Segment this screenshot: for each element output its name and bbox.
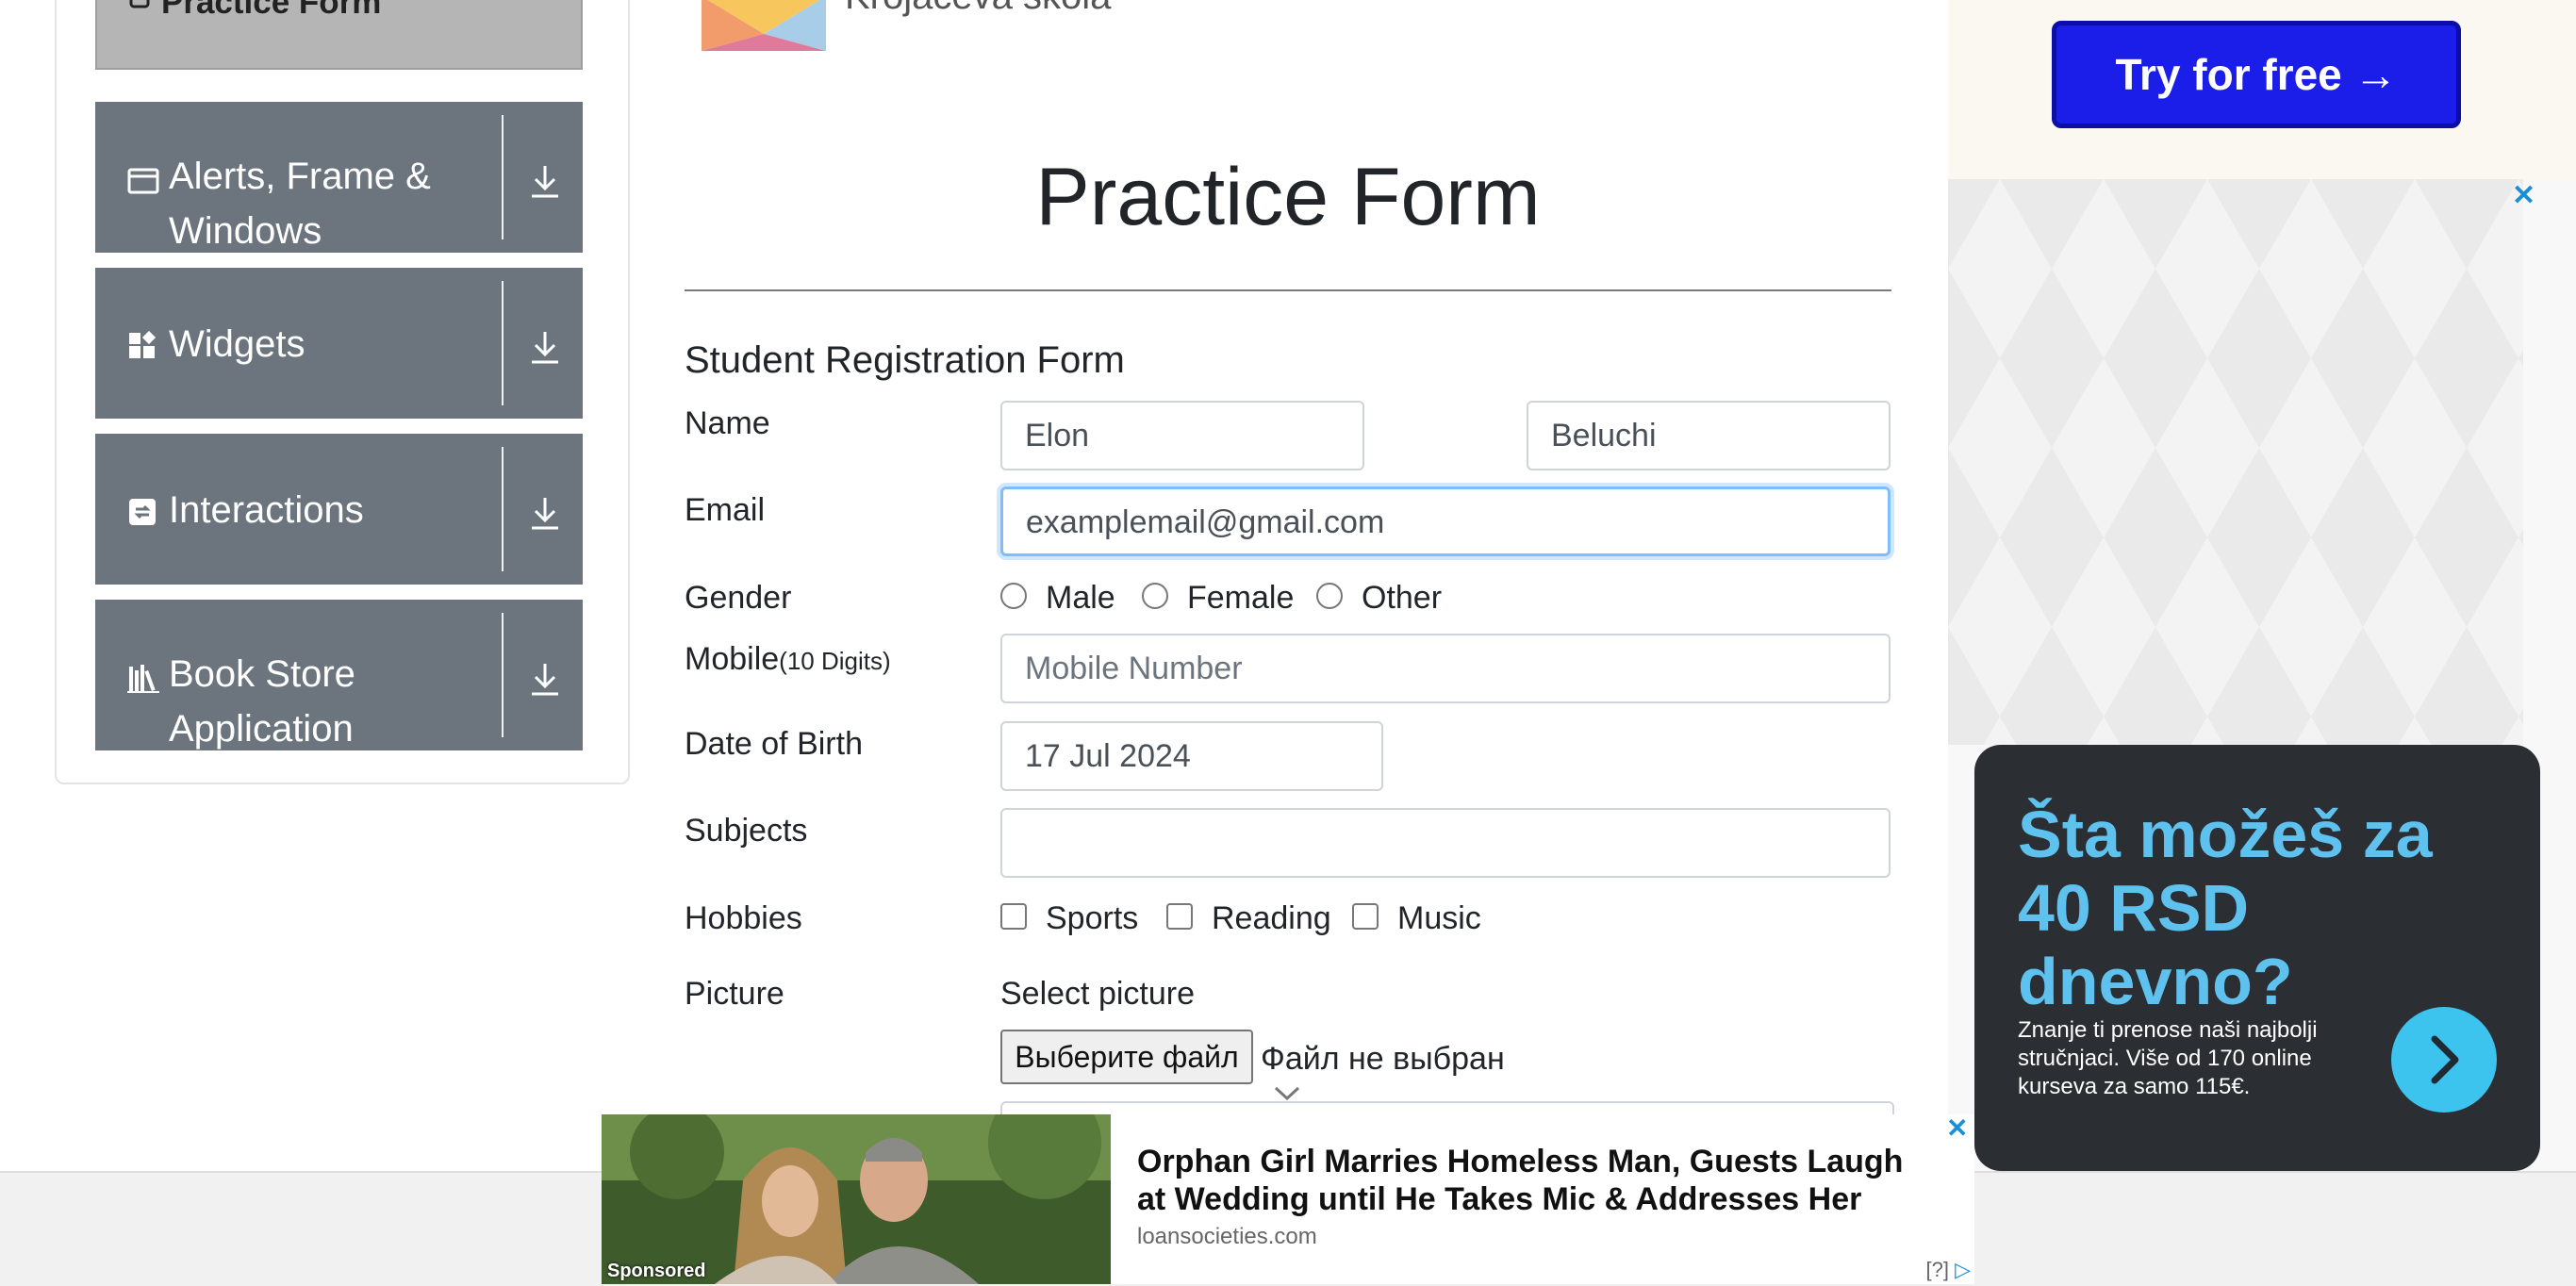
hobby-sports-label[interactable]: Sports xyxy=(1046,900,1138,937)
sidebar-item-label: Practice Form xyxy=(161,0,382,21)
site-logo[interactable] xyxy=(702,0,826,51)
course-ad[interactable]: Šta možeš za 40 RSD dnevno? Znanje ti pr… xyxy=(1974,745,2540,1171)
close-icon[interactable]: ✕ xyxy=(2512,179,2535,212)
try-for-free-button[interactable]: Try for free → xyxy=(2052,21,2461,128)
window-icon xyxy=(127,162,159,194)
item-divider xyxy=(502,613,504,737)
course-ad-headline: Šta možeš za 40 RSD dnevno? xyxy=(2018,798,2433,1018)
hobby-music-label[interactable]: Music xyxy=(1397,900,1481,937)
gender-label: Gender xyxy=(685,580,792,616)
sidebar-item-label-line2: Application xyxy=(169,708,354,750)
last-name-input[interactable]: Beluchi xyxy=(1527,401,1891,470)
hobby-reading-checkbox[interactable] xyxy=(1166,903,1193,930)
logo-text: Krojačeva škola xyxy=(845,0,1111,18)
bottom-ad-close-icon[interactable]: ✕ xyxy=(1946,1113,1968,1144)
email-label: Email xyxy=(685,492,766,528)
books-icon xyxy=(127,660,159,693)
gender-other-radio[interactable] xyxy=(1316,583,1343,609)
interactions-icon xyxy=(127,494,159,526)
item-divider xyxy=(502,281,504,405)
pattern-ad xyxy=(1948,179,2523,745)
hobby-reading-label[interactable]: Reading xyxy=(1212,900,1331,937)
bottom-ad-source: loansocieties.com xyxy=(1137,1224,1317,1249)
sidebar-item-practice-form[interactable]: Practice Form xyxy=(95,0,583,70)
download-icon[interactable] xyxy=(524,658,566,700)
sidebar-item-label: Interactions xyxy=(169,489,364,531)
sidebar-item-book-store[interactable]: Book Store Application xyxy=(95,600,583,750)
download-icon[interactable] xyxy=(524,326,566,368)
sidebar-item-interactions[interactable]: Interactions xyxy=(95,434,583,585)
title-divider xyxy=(685,289,1891,291)
select-picture-label: Select picture xyxy=(1000,976,1195,1012)
sidebar-item-label: Widgets xyxy=(169,323,305,365)
course-ad-body: Znanje ti prenose naši najbolji stručnja… xyxy=(2018,1017,2318,1099)
hobby-music-checkbox[interactable] xyxy=(1352,903,1379,930)
sidebar-item-label: Book Store xyxy=(169,653,355,695)
choose-file-button[interactable]: Выберите файл xyxy=(1000,1030,1253,1084)
form-icon xyxy=(125,0,157,13)
email-input[interactable]: examplemail@gmail.com xyxy=(1000,486,1891,556)
ad-info[interactable]: [?] ▷ xyxy=(1925,1258,1971,1282)
sidebar-item-widgets[interactable]: Widgets xyxy=(95,268,583,419)
gender-female-radio[interactable] xyxy=(1142,583,1168,609)
download-icon[interactable] xyxy=(524,492,566,534)
hobbies-label: Hobbies xyxy=(685,900,802,936)
sidebar-item-label: Alerts, Frame & xyxy=(169,156,431,197)
ad-photo[interactable]: Sponsored xyxy=(602,1114,1111,1284)
widgets-icon xyxy=(127,328,159,360)
first-name-input[interactable]: Elon xyxy=(1000,401,1364,470)
form-heading: Student Registration Form xyxy=(685,339,1125,381)
sponsored-label: Sponsored xyxy=(607,1261,706,1281)
gender-other-label[interactable]: Other xyxy=(1362,580,1442,617)
gender-male-label[interactable]: Male xyxy=(1046,580,1115,617)
dob-input[interactable]: 17 Jul 2024 xyxy=(1000,721,1383,791)
adchoices-icon[interactable]: ▷ xyxy=(1955,1258,1971,1281)
mobile-input[interactable]: Mobile Number xyxy=(1000,634,1891,703)
ad-info-label: [?] xyxy=(1925,1258,1949,1281)
page-title: Practice Form xyxy=(1035,152,1541,242)
dob-label: Date of Birth xyxy=(685,726,863,762)
item-divider xyxy=(502,115,504,239)
name-label: Name xyxy=(685,405,770,441)
mobile-label-text: Mobile xyxy=(685,641,780,677)
mobile-label: Mobile(10 Digits) xyxy=(685,641,891,678)
subjects-label: Subjects xyxy=(685,813,808,849)
sidebar-item-alerts-frame-windows[interactable]: Alerts, Frame & Windows xyxy=(95,102,583,253)
bottom-ad-headline[interactable]: Orphan Girl Marries Homeless Man, Guests… xyxy=(1137,1143,1939,1218)
hobby-sports-checkbox[interactable] xyxy=(1000,903,1027,930)
bottom-ad[interactable]: Sponsored Orphan Girl Marries Homeless M… xyxy=(602,1114,1974,1284)
download-icon[interactable] xyxy=(524,160,566,202)
mobile-hint: (10 Digits) xyxy=(779,647,891,675)
file-status: Файл не выбран xyxy=(1261,1041,1505,1077)
item-divider xyxy=(502,447,504,571)
arrow-right-icon[interactable] xyxy=(2391,1007,2497,1113)
gender-male-radio[interactable] xyxy=(1000,583,1027,609)
sidebar-item-label-line2: Windows xyxy=(169,210,322,252)
gender-female-label[interactable]: Female xyxy=(1187,580,1294,617)
subjects-input[interactable] xyxy=(1000,808,1891,878)
picture-label: Picture xyxy=(685,976,784,1012)
